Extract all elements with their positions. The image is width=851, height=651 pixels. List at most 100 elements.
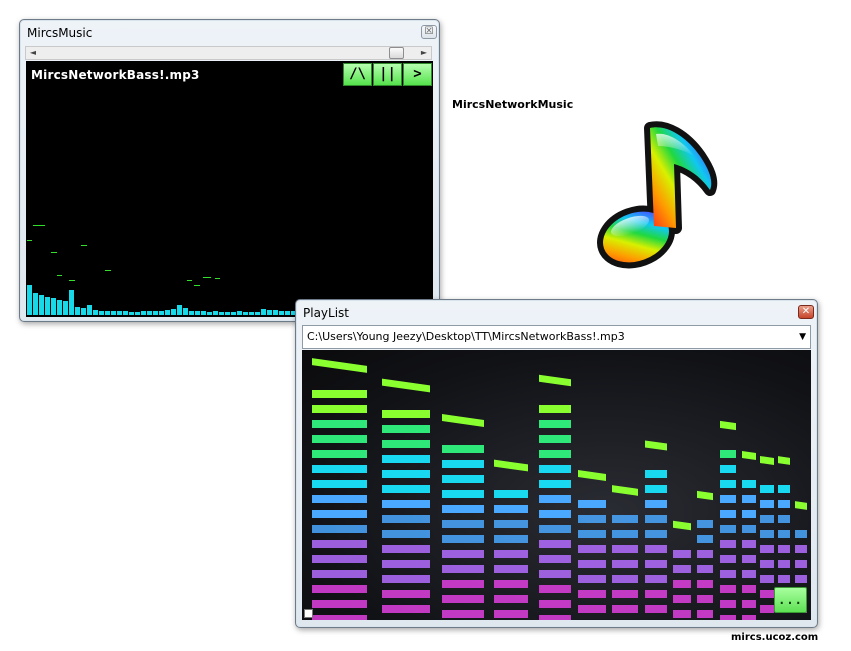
- equalizer-segment: [645, 500, 667, 508]
- equalizer-segment: [312, 615, 367, 620]
- equalizer-segment: [442, 460, 484, 468]
- equalizer-segment: [778, 515, 790, 523]
- spectrum-bar: [171, 309, 176, 315]
- equalizer-segment: [539, 480, 571, 488]
- scroll-right-icon[interactable]: ►: [417, 47, 431, 59]
- equalizer-segment: [578, 500, 606, 508]
- equalizer-segment: [494, 520, 528, 528]
- spectrum-bar: [105, 311, 110, 315]
- equalizer-segment: [645, 470, 667, 478]
- equalizer-segment: [382, 410, 430, 418]
- equalizer-segment: [578, 545, 606, 553]
- spectrum-bar: [255, 312, 260, 315]
- chevron-down-icon[interactable]: ▼: [799, 326, 806, 348]
- equalizer-segment: [720, 600, 736, 608]
- spectrum-peak: [69, 280, 75, 281]
- spectrum-bar: [213, 311, 218, 315]
- playlist-file-select[interactable]: C:\Users\Young Jeezy\Desktop\TT\MircsNet…: [302, 325, 811, 349]
- spectrum-peak: [81, 245, 87, 246]
- equalizer-segment: [612, 515, 638, 523]
- equalizer-segment: [645, 560, 667, 568]
- play-button[interactable]: >: [403, 63, 432, 86]
- equalizer-segment: [645, 485, 667, 493]
- spectrum-bar: [63, 301, 68, 315]
- spectrum-peak: [194, 285, 200, 286]
- equalizer-segment: [442, 580, 484, 588]
- equalizer-peak-cap: [539, 374, 571, 387]
- spectrum-bar: [267, 310, 272, 315]
- spectrum-peak: [33, 225, 45, 226]
- spectrum-bar: [201, 311, 206, 315]
- equalizer-segment: [312, 495, 367, 503]
- equalizer-segment: [382, 470, 430, 478]
- equalizer-segment: [720, 570, 736, 578]
- spectrum-bar: [87, 305, 92, 315]
- equalizer-segment: [312, 525, 367, 533]
- equalizer-segment: [539, 555, 571, 563]
- spectrum-bar: [279, 311, 284, 315]
- equalizer-segment: [760, 590, 774, 598]
- equalizer-segment: [382, 605, 430, 613]
- equalizer-segment: [494, 595, 528, 603]
- spectrum-bar: [147, 311, 152, 315]
- equalizer-segment: [760, 575, 774, 583]
- equalizer-segment: [312, 585, 367, 593]
- resize-grip-icon[interactable]: [304, 609, 313, 618]
- spectrum-bar: [129, 312, 134, 315]
- equalizer-segment: [742, 570, 756, 578]
- equalizer-segment: [442, 565, 484, 573]
- pause-button[interactable]: ||: [373, 63, 402, 86]
- playlist-window: PlayList ✕ C:\Users\Young Jeezy\Desktop\…: [295, 299, 818, 628]
- equalizer-segment: [382, 500, 430, 508]
- equalizer-segment: [494, 565, 528, 573]
- equalizer-segment: [382, 530, 430, 538]
- equalizer-peak-cap: [742, 451, 756, 460]
- equalizer-segment: [312, 420, 367, 428]
- spectrum-bar: [111, 311, 116, 315]
- spectrum-bar: [39, 295, 44, 315]
- equalizer-segment: [612, 560, 638, 568]
- equalizer-segment: [697, 595, 713, 603]
- spectrum-bar: [207, 312, 212, 315]
- equalizer-segment: [760, 530, 774, 538]
- equalizer-segment: [382, 545, 430, 553]
- equalizer-peak-cap: [760, 456, 774, 465]
- equalizer-peak-cap: [442, 414, 484, 427]
- equalizer-segment: [720, 495, 736, 503]
- spectrum-bar: [219, 312, 224, 315]
- music-window-close-button[interactable]: ☒: [421, 25, 437, 39]
- spectrum-bar: [285, 311, 290, 315]
- equalizer-segment: [442, 595, 484, 603]
- equalizer-segment: [673, 610, 691, 618]
- equalizer-segment: [742, 600, 756, 608]
- equalizer-segment: [312, 570, 367, 578]
- more-options-button[interactable]: ...: [774, 587, 807, 613]
- spectrum-bar: [117, 311, 122, 315]
- seek-scrollbar-thumb[interactable]: [389, 47, 404, 59]
- playlist-window-close-button[interactable]: ✕: [798, 305, 814, 319]
- equalizer-segment: [539, 465, 571, 473]
- equalizer-segment: [382, 485, 430, 493]
- equalizer-segment: [645, 545, 667, 553]
- equalizer-segment: [539, 615, 571, 620]
- equalizer-peak-cap: [612, 485, 638, 496]
- equalizer-segment: [795, 530, 807, 538]
- equalizer-segment: [742, 480, 756, 488]
- spectrum-bar: [93, 310, 98, 315]
- spectrum-bar: [177, 305, 182, 315]
- music-window: MircsMusic ☒ ◄ ► MircsNetworkBass!.mp3 /…: [19, 19, 440, 322]
- seek-scrollbar[interactable]: ◄ ►: [25, 46, 432, 60]
- equalizer-segment: [494, 490, 528, 498]
- equalizer-segment: [578, 530, 606, 538]
- spectrum-bar: [51, 298, 56, 315]
- spectrum-bar: [153, 311, 158, 315]
- equalizer-segment: [442, 505, 484, 513]
- spectrum-bar: [183, 308, 188, 315]
- spectrum-bar: [81, 308, 86, 315]
- equalizer-peak-cap: [312, 358, 367, 373]
- stop-button[interactable]: /\: [343, 63, 372, 86]
- equalizer-segment: [442, 535, 484, 543]
- equalizer-segment: [312, 480, 367, 488]
- equalizer-segment: [539, 570, 571, 578]
- scroll-left-icon[interactable]: ◄: [26, 47, 40, 59]
